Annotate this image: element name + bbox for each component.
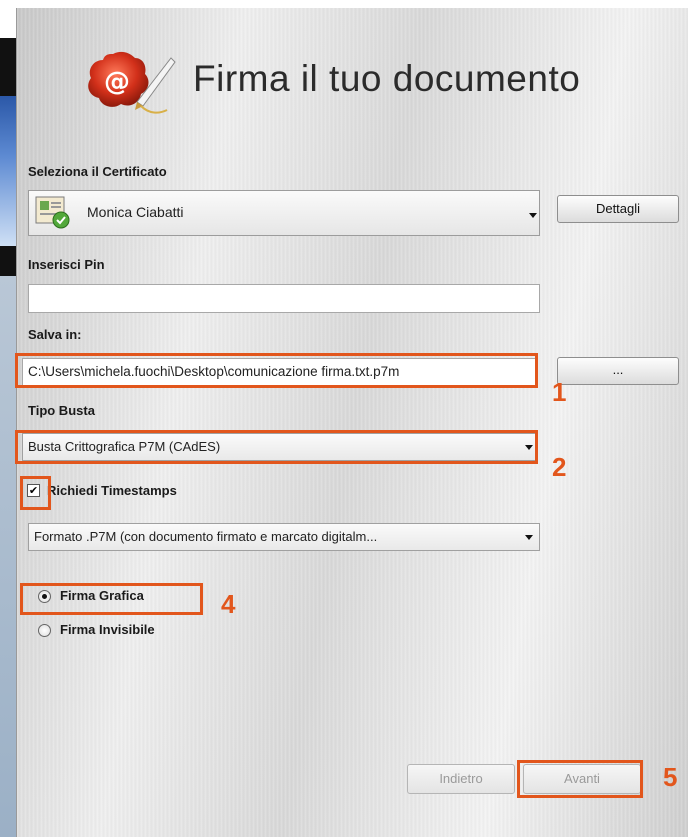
timestamp-format-value: Formato .P7M (con documento firmato e ma… — [34, 529, 378, 544]
annotation-number-1: 1 — [552, 377, 567, 407]
certificate-select[interactable]: Monica Ciabatti — [28, 190, 540, 236]
annotation-number-2: 2 — [552, 452, 567, 482]
timestamp-format-select[interactable]: Formato .P7M (con documento firmato e ma… — [28, 523, 540, 551]
timestamps-label: Richiedi Timestamps — [47, 483, 177, 498]
radio-label-firma-invisibile: Firma Invisibile — [60, 622, 155, 637]
save-label: Salva in: — [28, 327, 82, 342]
pin-input[interactable] — [28, 284, 540, 313]
svg-text:@: @ — [104, 67, 130, 97]
annotation-box-timestamps — [20, 476, 51, 510]
wax-seal-email-quill-icon: @ — [88, 51, 176, 114]
annotation-box-2 — [15, 430, 538, 464]
dialog-title: Firma il tuo documento — [193, 58, 581, 99]
back-button[interactable]: Indietro — [407, 764, 515, 794]
annotation-box-4 — [20, 583, 203, 615]
sign-document-dialog: © @ Firma il tuo documento — [16, 8, 688, 837]
chevron-down-icon — [525, 535, 533, 540]
annotation-number-5: 5 — [663, 762, 678, 792]
chevron-down-icon — [529, 213, 537, 218]
annotation-number-4: 4 — [221, 589, 236, 619]
browse-button[interactable]: ... — [557, 357, 679, 385]
certificate-label: Seleziona il Certificato — [28, 164, 167, 179]
certificate-icon — [35, 196, 70, 229]
details-button[interactable]: Dettagli — [557, 195, 679, 223]
certificate-name: Monica Ciabatti — [87, 204, 184, 220]
annotation-box-5 — [517, 760, 643, 798]
annotation-box-1 — [15, 353, 538, 388]
radio-firma-invisibile[interactable] — [38, 624, 51, 637]
pin-label: Inserisci Pin — [28, 257, 105, 272]
envelope-label: Tipo Busta — [28, 403, 95, 418]
